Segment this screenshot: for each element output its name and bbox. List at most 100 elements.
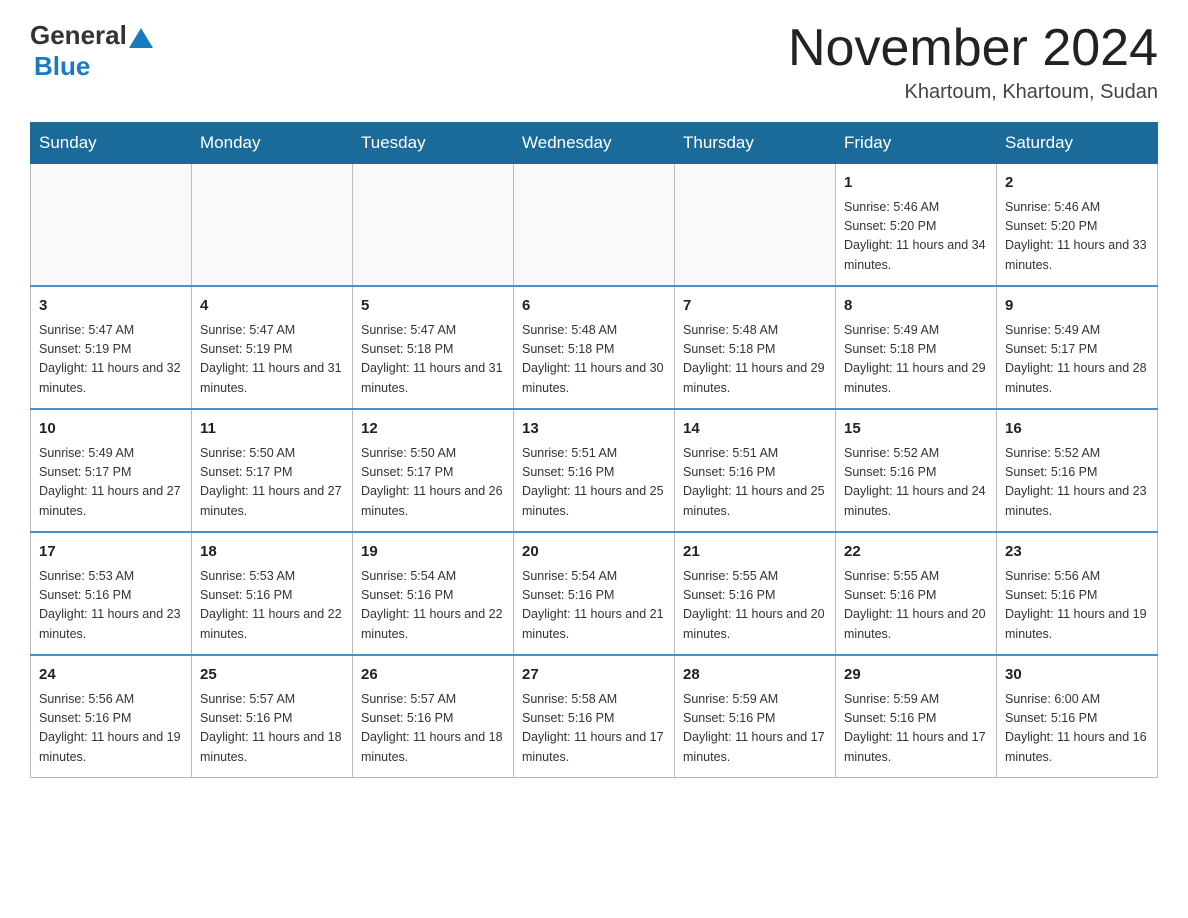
day-cell: 28 Sunrise: 5:59 AMSunset: 5:16 PMDayligh… (675, 655, 836, 778)
day-cell: 8 Sunrise: 5:49 AMSunset: 5:18 PMDaylight… (836, 286, 997, 409)
day-number: 3 (39, 295, 183, 318)
day-number: 12 (361, 418, 505, 441)
day-cell (514, 164, 675, 287)
weekday-header-row: SundayMondayTuesdayWednesdayThursdayFrid… (31, 123, 1158, 164)
day-cell: 18 Sunrise: 5:53 AMSunset: 5:16 PMDayligh… (192, 532, 353, 655)
day-number: 21 (683, 541, 827, 564)
day-cell: 7 Sunrise: 5:48 AMSunset: 5:18 PMDaylight… (675, 286, 836, 409)
day-cell: 23 Sunrise: 5:56 AMSunset: 5:16 PMDayligh… (997, 532, 1158, 655)
day-cell: 3Sunrise: 5:47 AMSunset: 5:19 PMDaylight… (31, 286, 192, 409)
day-info: Sunrise: 5:47 AMSunset: 5:18 PMDaylight:… (361, 323, 503, 395)
weekday-header-saturday: Saturday (997, 123, 1158, 164)
day-cell: 13Sunrise: 5:51 AMSunset: 5:16 PMDayligh… (514, 409, 675, 532)
day-number: 5 (361, 295, 505, 318)
day-number: 27 (522, 664, 666, 687)
day-number: 14 (683, 418, 827, 441)
day-info: Sunrise: 5:57 AMSunset: 5:16 PMDaylight:… (361, 692, 503, 764)
day-info: Sunrise: 5:53 AMSunset: 5:16 PMDaylight:… (39, 569, 181, 641)
day-number: 20 (522, 541, 666, 564)
day-number: 23 (1005, 541, 1149, 564)
day-cell: 6Sunrise: 5:48 AMSunset: 5:18 PMDaylight… (514, 286, 675, 409)
day-cell: 11 Sunrise: 5:50 AMSunset: 5:17 PMDayligh… (192, 409, 353, 532)
day-number: 4 (200, 295, 344, 318)
day-cell: 2 Sunrise: 5:46 AMSunset: 5:20 PMDaylight… (997, 164, 1158, 287)
day-info: Sunrise: 5:50 AMSunset: 5:17 PMDaylight:… (200, 446, 342, 518)
day-cell: 25Sunrise: 5:57 AMSunset: 5:16 PMDayligh… (192, 655, 353, 778)
day-number: 11 (200, 418, 344, 441)
weekday-header-friday: Friday (836, 123, 997, 164)
day-cell (675, 164, 836, 287)
day-info: Sunrise: 5:54 AMSunset: 5:16 PMDaylight:… (361, 569, 503, 641)
day-info: Sunrise: 5:58 AMSunset: 5:16 PMDaylight:… (522, 692, 664, 764)
week-row-5: 24Sunrise: 5:56 AMSunset: 5:16 PMDayligh… (31, 655, 1158, 778)
title-section: November 2024 Khartoum, Khartoum, Sudan (788, 20, 1158, 104)
day-cell: 15 Sunrise: 5:52 AMSunset: 5:16 PMDayligh… (836, 409, 997, 532)
calendar-table: SundayMondayTuesdayWednesdayThursdayFrid… (30, 122, 1158, 778)
day-info: Sunrise: 5:48 AMSunset: 5:18 PMDaylight:… (683, 323, 825, 395)
day-cell: 9 Sunrise: 5:49 AMSunset: 5:17 PMDaylight… (997, 286, 1158, 409)
day-cell: 17 Sunrise: 5:53 AMSunset: 5:16 PMDayligh… (31, 532, 192, 655)
day-info: Sunrise: 5:49 AMSunset: 5:17 PMDaylight:… (1005, 323, 1147, 395)
day-info: Sunrise: 5:51 AMSunset: 5:16 PMDaylight:… (522, 446, 664, 518)
day-cell (353, 164, 514, 287)
day-cell: 19 Sunrise: 5:54 AMSunset: 5:16 PMDayligh… (353, 532, 514, 655)
weekday-header-wednesday: Wednesday (514, 123, 675, 164)
day-number: 26 (361, 664, 505, 687)
day-info: Sunrise: 5:52 AMSunset: 5:16 PMDaylight:… (844, 446, 986, 518)
day-number: 30 (1005, 664, 1149, 687)
day-number: 6 (522, 295, 666, 318)
weekday-header-thursday: Thursday (675, 123, 836, 164)
day-cell: 20 Sunrise: 5:54 AMSunset: 5:16 PMDayligh… (514, 532, 675, 655)
day-info: Sunrise: 5:49 AMSunset: 5:17 PMDaylight:… (39, 446, 181, 518)
day-info: Sunrise: 5:49 AMSunset: 5:18 PMDaylight:… (844, 323, 986, 395)
page-header: General Blue November 2024 Khartoum, Kha… (30, 20, 1158, 104)
day-number: 9 (1005, 295, 1149, 318)
day-cell: 29 Sunrise: 5:59 AMSunset: 5:16 PMDayligh… (836, 655, 997, 778)
day-number: 18 (200, 541, 344, 564)
day-cell: 30Sunrise: 6:00 AMSunset: 5:16 PMDayligh… (997, 655, 1158, 778)
day-cell (31, 164, 192, 287)
day-number: 16 (1005, 418, 1149, 441)
week-row-2: 3Sunrise: 5:47 AMSunset: 5:19 PMDaylight… (31, 286, 1158, 409)
logo: General Blue (30, 20, 155, 82)
logo-general-text: General (30, 20, 127, 51)
day-cell: 5 Sunrise: 5:47 AMSunset: 5:18 PMDaylight… (353, 286, 514, 409)
day-info: Sunrise: 5:57 AMSunset: 5:16 PMDaylight:… (200, 692, 342, 764)
day-number: 24 (39, 664, 183, 687)
logo-triangle-icon (129, 28, 153, 48)
day-info: Sunrise: 5:46 AMSunset: 5:20 PMDaylight:… (844, 200, 986, 272)
day-cell: 14 Sunrise: 5:51 AMSunset: 5:16 PMDayligh… (675, 409, 836, 532)
day-number: 10 (39, 418, 183, 441)
day-number: 17 (39, 541, 183, 564)
day-number: 22 (844, 541, 988, 564)
day-info: Sunrise: 5:56 AMSunset: 5:16 PMDaylight:… (1005, 569, 1147, 641)
day-cell: 24Sunrise: 5:56 AMSunset: 5:16 PMDayligh… (31, 655, 192, 778)
day-info: Sunrise: 5:50 AMSunset: 5:17 PMDaylight:… (361, 446, 503, 518)
week-row-3: 10 Sunrise: 5:49 AMSunset: 5:17 PMDayligh… (31, 409, 1158, 532)
day-cell: 10 Sunrise: 5:49 AMSunset: 5:17 PMDayligh… (31, 409, 192, 532)
day-info: Sunrise: 5:46 AMSunset: 5:20 PMDaylight:… (1005, 200, 1147, 272)
day-number: 8 (844, 295, 988, 318)
day-info: Sunrise: 5:54 AMSunset: 5:16 PMDaylight:… (522, 569, 664, 641)
week-row-4: 17 Sunrise: 5:53 AMSunset: 5:16 PMDayligh… (31, 532, 1158, 655)
day-cell: 27 Sunrise: 5:58 AMSunset: 5:16 PMDayligh… (514, 655, 675, 778)
day-number: 19 (361, 541, 505, 564)
day-cell: 1 Sunrise: 5:46 AMSunset: 5:20 PMDaylight… (836, 164, 997, 287)
day-info: Sunrise: 5:53 AMSunset: 5:16 PMDaylight:… (200, 569, 342, 641)
day-number: 2 (1005, 172, 1149, 195)
day-info: Sunrise: 5:59 AMSunset: 5:16 PMDaylight:… (683, 692, 825, 764)
day-info: Sunrise: 5:55 AMSunset: 5:16 PMDaylight:… (844, 569, 986, 641)
day-number: 1 (844, 172, 988, 195)
calendar-subtitle: Khartoum, Khartoum, Sudan (788, 81, 1158, 104)
day-info: Sunrise: 5:59 AMSunset: 5:16 PMDaylight:… (844, 692, 986, 764)
day-number: 29 (844, 664, 988, 687)
day-info: Sunrise: 5:55 AMSunset: 5:16 PMDaylight:… (683, 569, 825, 641)
logo-blue-text: Blue (34, 51, 90, 81)
day-cell: 21 Sunrise: 5:55 AMSunset: 5:16 PMDayligh… (675, 532, 836, 655)
day-number: 15 (844, 418, 988, 441)
weekday-header-monday: Monday (192, 123, 353, 164)
day-number: 28 (683, 664, 827, 687)
day-number: 7 (683, 295, 827, 318)
day-info: Sunrise: 5:51 AMSunset: 5:16 PMDaylight:… (683, 446, 825, 518)
day-cell: 26 Sunrise: 5:57 AMSunset: 5:16 PMDayligh… (353, 655, 514, 778)
